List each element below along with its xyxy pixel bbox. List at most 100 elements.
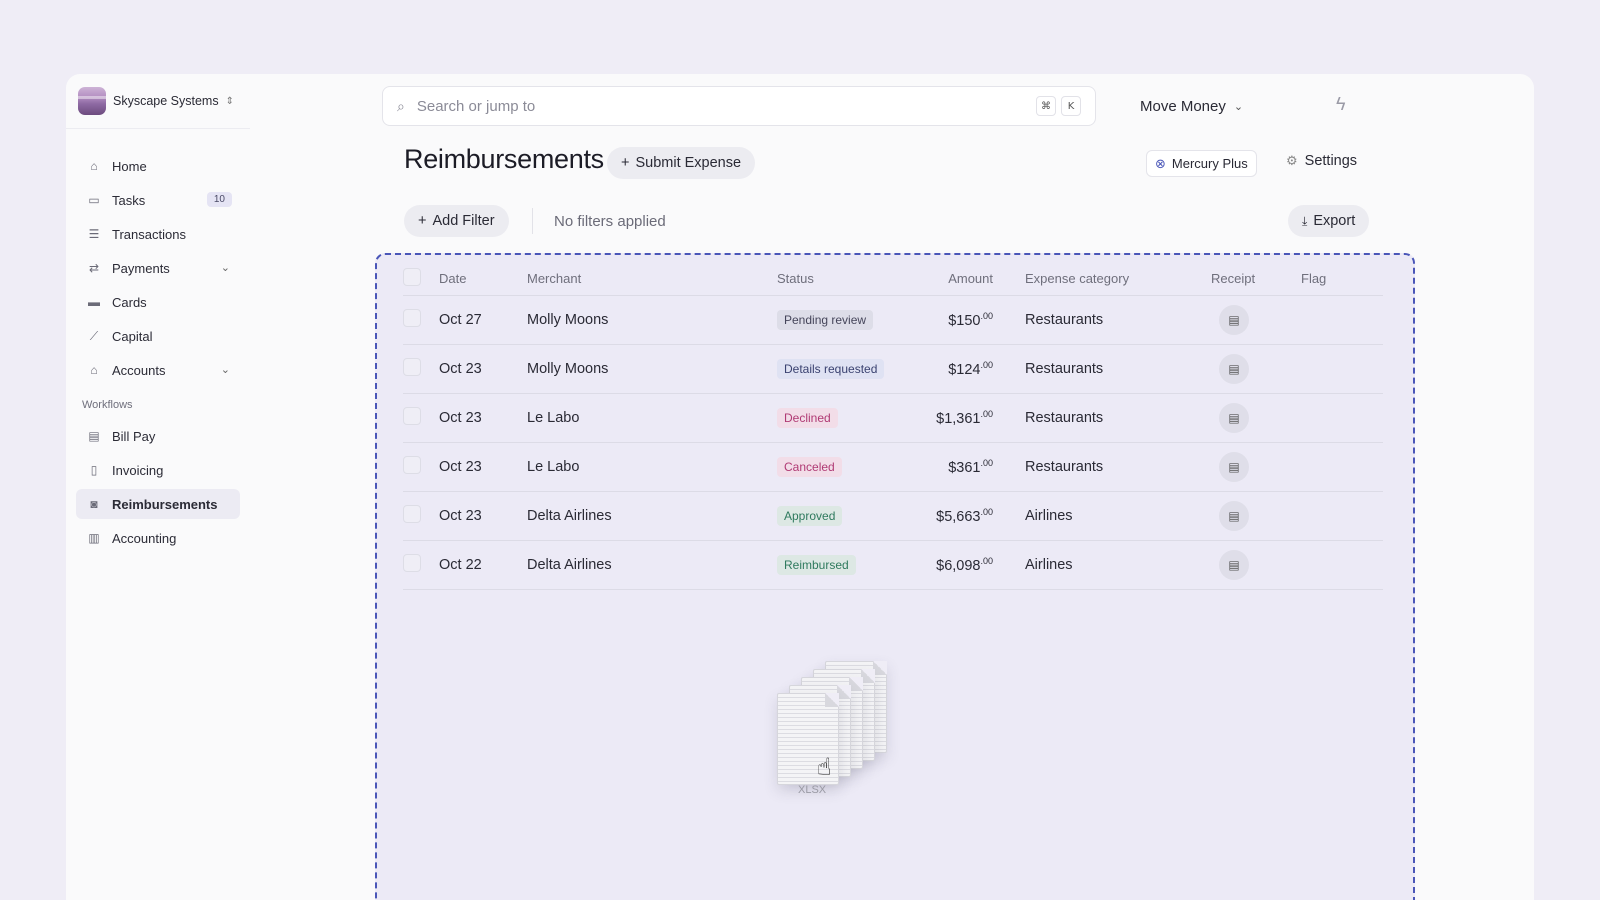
sidebar-item-bill-pay[interactable]: ▤ Bill Pay	[76, 421, 240, 451]
status-badge: Reimbursed	[777, 554, 856, 575]
select-all-checkbox[interactable]	[403, 268, 421, 287]
gear-icon: ⚙	[1286, 153, 1298, 168]
sidebar-item-home[interactable]: ⌂ Home	[76, 151, 240, 181]
flag-cell[interactable]	[1301, 491, 1383, 541]
amount-cell: $361.00	[897, 442, 1025, 492]
add-filter-label: Add Filter	[432, 213, 495, 229]
chevron-down-icon[interactable]: ⌄	[221, 363, 230, 376]
org-switcher[interactable]: Skyscape Systems ⇕	[78, 86, 246, 116]
receipt-icon[interactable]: ▤	[1219, 500, 1249, 531]
chart-icon: ⟋	[89, 328, 99, 343]
file-drop-zone[interactable]: Date Merchant Status Amount Expense cate…	[375, 253, 1415, 900]
app-window: Skyscape Systems ⇕ ⌂ Home ▭ Tasks 10 ☰ Transac…	[66, 74, 1534, 900]
kbd-cmd: ⌘	[1036, 96, 1056, 116]
sidebar-item-payments[interactable]: ⇄ Payments ⌄	[76, 253, 240, 283]
export-button[interactable]: ⤓ Export	[1288, 205, 1370, 237]
receipt-cell: ▤	[1211, 344, 1301, 394]
amount-cents: .00	[980, 457, 993, 468]
amount-cell: $5,663.00	[897, 491, 1025, 541]
filter-divider	[532, 208, 533, 234]
receipt-icon[interactable]: ▤	[1219, 353, 1249, 384]
header-merchant[interactable]: Merchant	[527, 263, 777, 296]
amount-value: $124	[948, 361, 981, 378]
flag-cell[interactable]	[1301, 393, 1383, 443]
header-amount[interactable]: Amount	[897, 263, 1025, 296]
reimbursements-table: Date Merchant Status Amount Expense cate…	[403, 263, 1383, 590]
flag-cell[interactable]	[1301, 540, 1383, 590]
sidebar-item-transactions[interactable]: ☰ Transactions	[76, 219, 240, 249]
sidebar-item-accounting[interactable]: ▥ Accounting	[76, 523, 240, 553]
row-checkbox[interactable]	[403, 308, 421, 327]
header-receipt[interactable]: Receipt	[1211, 263, 1301, 296]
org-name: Skyscape Systems	[113, 94, 219, 108]
sidebar-item-label: Reimbursements	[112, 496, 218, 512]
add-filter-button[interactable]: + Add Filter	[404, 205, 509, 237]
flag-cell[interactable]	[1301, 442, 1383, 492]
row-checkbox[interactable]	[403, 455, 421, 474]
chevron-down-icon: ⌄	[1233, 100, 1244, 113]
row-checkbox[interactable]	[403, 357, 421, 376]
category-cell: Restaurants	[1025, 393, 1211, 443]
row-select-cell	[403, 344, 439, 394]
receipt-icon[interactable]: ▤	[1219, 304, 1249, 335]
bolt-icon[interactable]: ϟ	[1336, 94, 1346, 115]
table-row[interactable]: Oct 23 Delta Airlines Approved $5,663.00 Air…	[403, 491, 1383, 541]
header-flag[interactable]: Flag	[1301, 263, 1383, 296]
sidebar-item-reimbursements[interactable]: ◙ Reimbursements	[76, 489, 240, 519]
sidebar-item-tasks[interactable]: ▭ Tasks 10	[76, 185, 240, 215]
status-cell: Details requested	[777, 344, 897, 394]
table-row[interactable]: Oct 27 Molly Moons Pending review $150.00 Re…	[403, 295, 1383, 345]
table-row[interactable]: Oct 23 Le Labo Canceled $361.00 Restaurants ▤	[403, 442, 1383, 492]
sidebar-divider	[66, 128, 250, 129]
sidebar-item-label: Transactions	[112, 226, 186, 242]
list-icon: ☰	[88, 227, 100, 241]
submit-expense-label: Submit Expense	[635, 155, 742, 171]
bank-icon: ⌂	[90, 363, 98, 377]
move-money-button[interactable]: Move Money ⌄	[1140, 94, 1243, 118]
merchant-cell: Delta Airlines	[527, 540, 777, 590]
header-status[interactable]: Status	[777, 263, 897, 296]
amount-cell: $6,098.00	[897, 540, 1025, 590]
submit-expense-button[interactable]: + Submit Expense	[607, 147, 756, 179]
row-select-cell	[403, 295, 439, 345]
mercury-plus-button[interactable]: ⊗ Mercury Plus	[1146, 150, 1257, 177]
chevron-down-icon[interactable]: ⌄	[221, 261, 230, 274]
receipt-icon[interactable]: ▤	[1219, 451, 1249, 482]
status-cell: Pending review	[777, 295, 897, 345]
sidebar-item-invoicing[interactable]: ▯ Invoicing	[76, 455, 240, 485]
sidebar-item-label: Accounting	[112, 530, 177, 546]
file-type-label: XLSX	[798, 784, 827, 796]
status-cell: Reimbursed	[777, 540, 897, 590]
select-all-cell	[403, 263, 439, 296]
merchant-cell: Delta Airlines	[527, 491, 777, 541]
row-checkbox[interactable]	[403, 406, 421, 425]
status-cell: Canceled	[777, 442, 897, 492]
grab-cursor-icon: ☝	[817, 754, 832, 781]
count-badge: 10	[206, 192, 232, 207]
table-row[interactable]: Oct 22 Delta Airlines Reimbursed $6,098.00 A…	[403, 540, 1383, 590]
header-expense-category[interactable]: Expense category	[1025, 263, 1211, 296]
table-row[interactable]: Oct 23 Le Labo Declined $1,361.00 Restaurant…	[403, 393, 1383, 443]
kbd-k: K	[1061, 96, 1081, 116]
sidebar-nav: ⌂ Home ▭ Tasks 10 ☰ Transactions ⇄ Payments ⌄ ▬ Car…	[76, 151, 240, 557]
amount-cents: .00	[980, 359, 993, 370]
sidebar-item-accounts[interactable]: ⌂ Accounts ⌄	[76, 355, 240, 385]
row-checkbox[interactable]	[403, 504, 421, 523]
search-input[interactable]: ⌕ Search or jump to ⌘ K	[382, 86, 1096, 126]
settings-button[interactable]: ⚙ Settings	[1286, 153, 1357, 169]
receipt-icon[interactable]: ▤	[1219, 549, 1249, 580]
status-cell: Approved	[777, 491, 897, 541]
header-date[interactable]: Date	[439, 263, 527, 296]
amount-cell: $124.00	[897, 344, 1025, 394]
sidebar-item-cards[interactable]: ▬ Cards	[76, 287, 240, 317]
row-checkbox[interactable]	[403, 553, 421, 572]
sidebar-item-label: Bill Pay	[112, 428, 156, 444]
flag-cell[interactable]	[1301, 344, 1383, 394]
flag-cell[interactable]	[1301, 295, 1383, 345]
row-select-cell	[403, 393, 439, 443]
table-body: Oct 27 Molly Moons Pending review $150.00 Re…	[403, 295, 1383, 590]
table-row[interactable]: Oct 23 Molly Moons Details requested $124.0…	[403, 344, 1383, 394]
sidebar-item-capital[interactable]: ⟋ Capital	[76, 321, 240, 351]
receipt-icon[interactable]: ▤	[1219, 402, 1249, 433]
mercury-icon: ⊗	[1155, 155, 1166, 171]
